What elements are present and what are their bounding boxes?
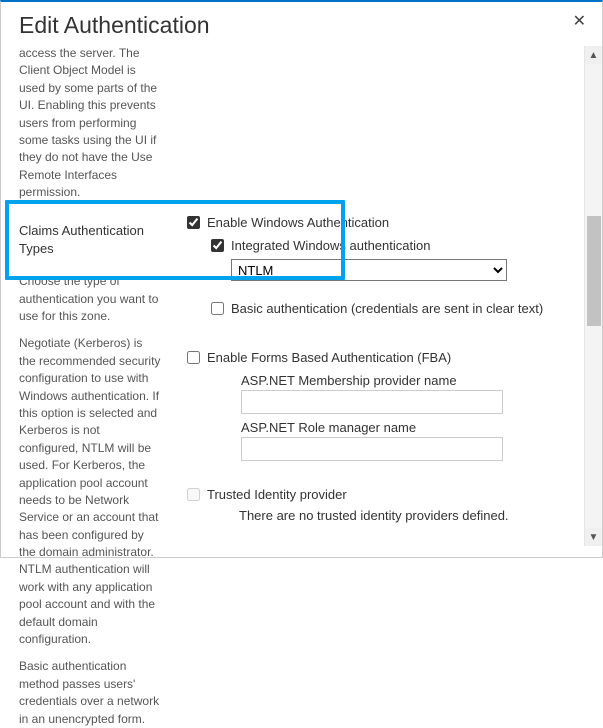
enable-windows-auth-label: Enable Windows Authentication [207, 215, 389, 230]
basic-method-desc: Basic authentication method passes users… [19, 658, 161, 728]
basic-auth-label: Basic authentication (credentials are se… [231, 301, 543, 316]
enable-windows-auth-checkbox[interactable] [187, 216, 200, 229]
no-trusted-message: There are no trusted identity providers … [239, 508, 580, 523]
membership-provider-input[interactable] [241, 390, 503, 414]
claims-section-title: Claims Authentication Types [19, 222, 161, 260]
negotiate-desc: Negotiate (Kerberos) is the recommended … [19, 335, 161, 648]
choose-type-desc: Choose the type of authentication you wa… [19, 273, 161, 325]
trusted-identity-checkbox[interactable] [187, 488, 200, 501]
integrated-windows-label: Integrated Windows authentication [231, 238, 430, 253]
scroll-thumb[interactable] [587, 216, 601, 326]
enable-fba-checkbox[interactable] [187, 351, 200, 364]
auth-mode-select[interactable]: NTLM [231, 259, 507, 281]
trusted-identity-label: Trusted Identity provider [207, 487, 347, 502]
right-column: Enable Windows Authentication Integrated… [173, 45, 602, 545]
enable-fba-label: Enable Forms Based Authentication (FBA) [207, 350, 451, 365]
dialog-title: Edit Authentication [19, 12, 210, 39]
integrated-windows-checkbox[interactable] [211, 239, 224, 252]
role-manager-label: ASP.NET Role manager name [241, 420, 580, 435]
left-column: access the server. The Client Object Mod… [1, 45, 173, 545]
vertical-scrollbar[interactable]: ▲ ▼ [584, 46, 602, 546]
role-manager-input[interactable] [241, 437, 503, 461]
membership-provider-label: ASP.NET Membership provider name [241, 373, 580, 388]
remote-interfaces-desc: access the server. The Client Object Mod… [19, 45, 161, 202]
close-button[interactable]: ✕ [571, 12, 588, 32]
scroll-down-button[interactable]: ▼ [585, 528, 602, 546]
dialog-body: access the server. The Client Object Mod… [1, 45, 602, 545]
scroll-up-button[interactable]: ▲ [585, 46, 602, 64]
basic-auth-checkbox[interactable] [211, 302, 224, 315]
